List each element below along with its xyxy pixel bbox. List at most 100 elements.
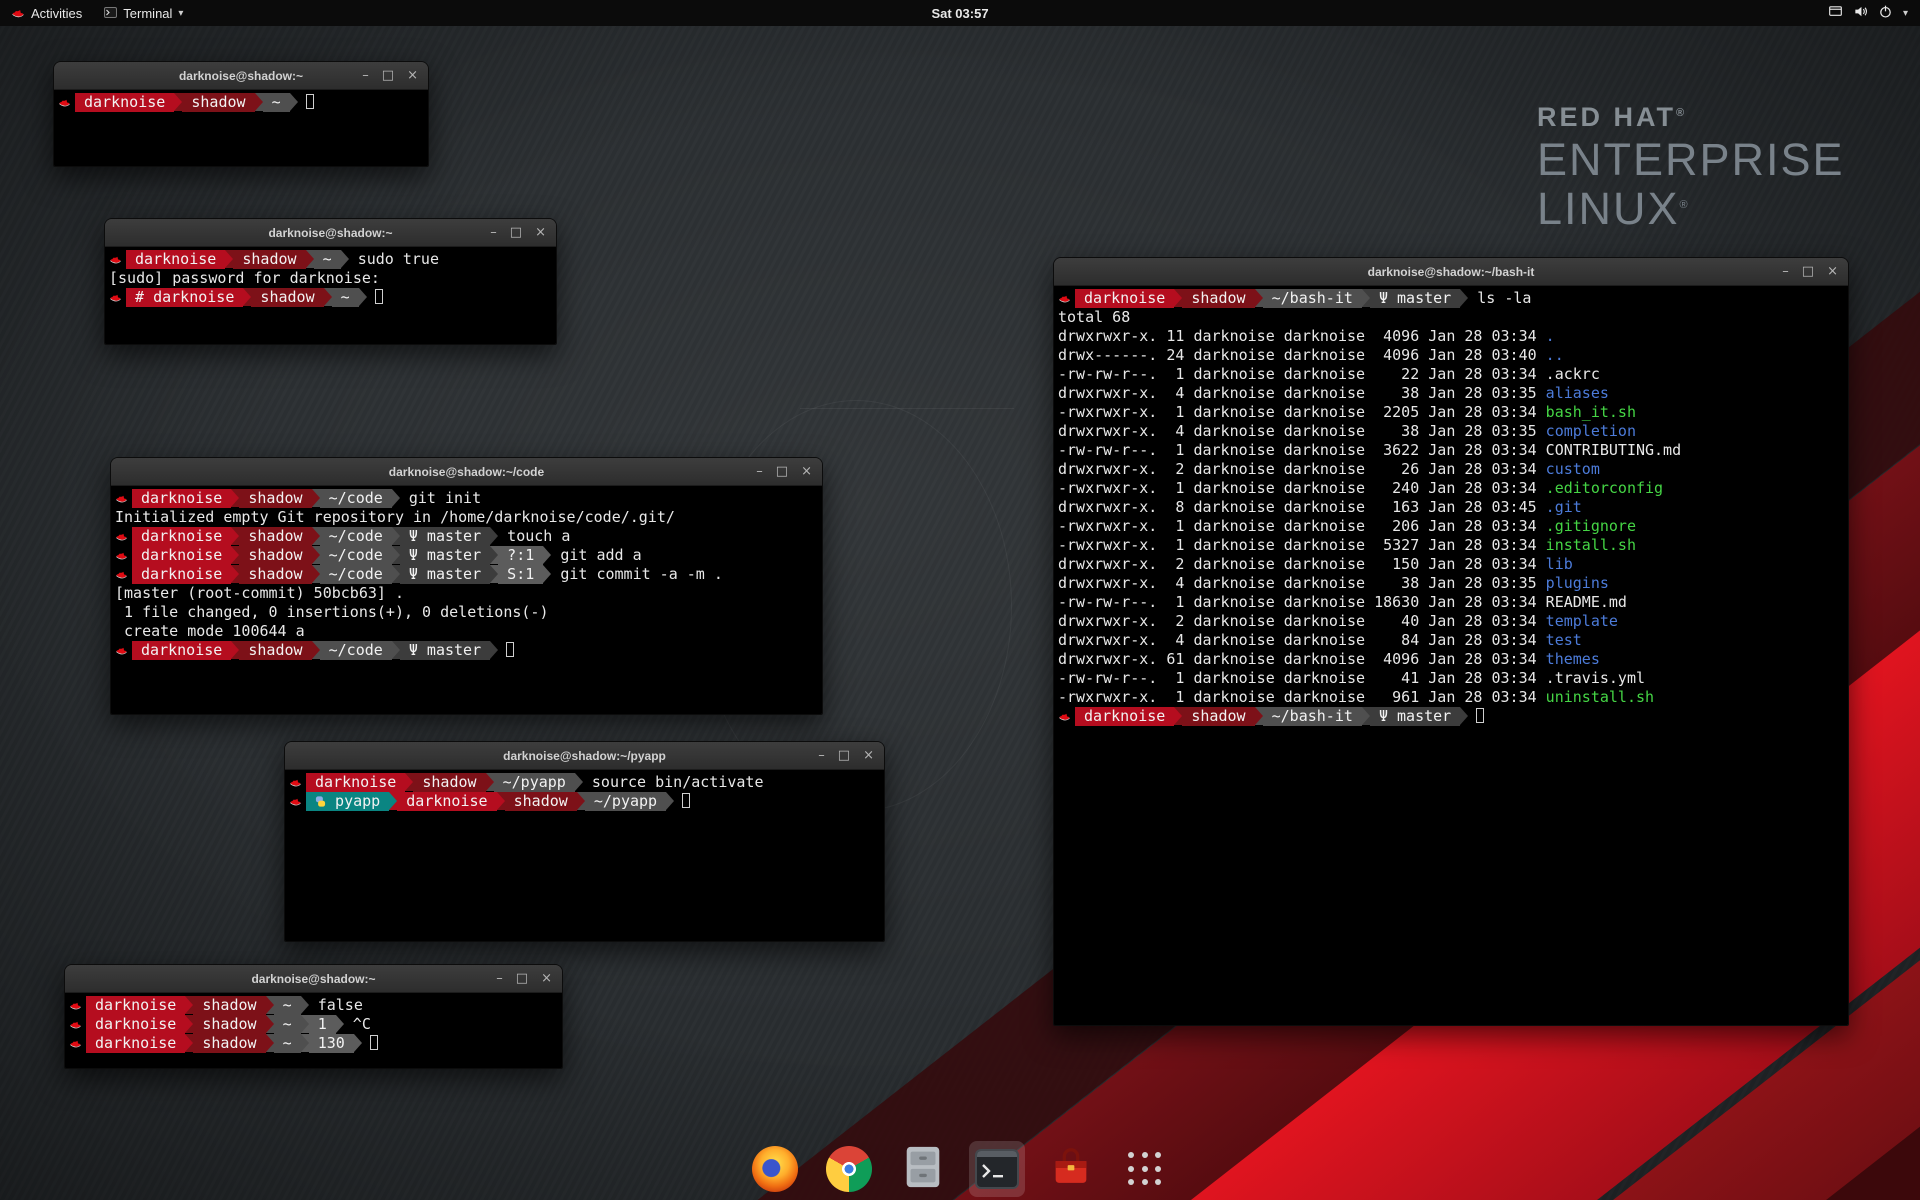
dock-item-terminal-active[interactable] bbox=[969, 1141, 1025, 1197]
output-text: -rwxrwxr-x. 1 darknoise darknoise 240 Ja… bbox=[1058, 479, 1546, 497]
prompt-segment-user: darknoise bbox=[397, 792, 496, 811]
output-text: -rw-rw-r--. 1 darknoise darknoise 41 Jan… bbox=[1058, 669, 1645, 687]
prompt-segment-path: ~/code bbox=[320, 641, 392, 660]
prompt-segment-path: ~ bbox=[332, 288, 359, 307]
close-button[interactable]: × bbox=[541, 972, 552, 985]
powerline-separator-icon bbox=[174, 93, 182, 111]
prompt-segment-user: # darknoise bbox=[126, 288, 243, 307]
prompt-segment-path: ~ bbox=[274, 1034, 301, 1053]
window-titlebar[interactable]: darknoise@shadow:~ – □ × bbox=[105, 219, 556, 247]
maximize-button[interactable]: □ bbox=[382, 69, 394, 82]
terminal-line: drwx------. 24 darknoise darknoise 4096 … bbox=[1058, 346, 1844, 365]
minimize-button[interactable]: – bbox=[362, 69, 369, 82]
file-name: install.sh bbox=[1546, 536, 1636, 554]
activities-button[interactable]: Activities bbox=[0, 0, 93, 26]
prompt-segment-path: ~/bash-it bbox=[1263, 707, 1362, 726]
toolbox-icon bbox=[1048, 1144, 1094, 1195]
powerline-separator-icon bbox=[312, 546, 320, 564]
powerline-separator-icon bbox=[312, 565, 320, 583]
command-text: ^C bbox=[344, 1015, 371, 1034]
chevron-down-icon: ▾ bbox=[1903, 8, 1908, 19]
show-applications-icon bbox=[1125, 1149, 1165, 1189]
power-icon bbox=[1878, 4, 1893, 22]
maximize-button[interactable]: □ bbox=[510, 226, 522, 239]
redhat-prompt-icon bbox=[289, 792, 306, 811]
minimize-button[interactable]: – bbox=[1782, 265, 1789, 278]
powerline-separator-icon bbox=[392, 565, 400, 583]
prompt-segment-status: ?:1 bbox=[498, 546, 543, 565]
file-name: .git bbox=[1546, 498, 1582, 516]
dock-item-chrome[interactable] bbox=[821, 1141, 877, 1197]
file-name: bash_it.sh bbox=[1546, 403, 1636, 421]
window-titlebar[interactable]: darknoise@shadow:~/code – □ × bbox=[111, 458, 822, 486]
redhat-icon bbox=[11, 6, 25, 21]
command-text: touch a bbox=[498, 527, 570, 546]
maximize-button[interactable]: □ bbox=[838, 749, 850, 762]
prompt-segment-git: Ψ master bbox=[1370, 289, 1460, 308]
output-text: [sudo] password for darknoise: bbox=[109, 269, 380, 287]
dock-item-toolbox[interactable] bbox=[1043, 1141, 1099, 1197]
close-button[interactable]: × bbox=[407, 69, 418, 82]
window-titlebar[interactable]: darknoise@shadow:~/pyapp – □ × bbox=[285, 742, 884, 770]
chevron-down-icon: ▾ bbox=[178, 8, 183, 19]
close-button[interactable]: × bbox=[535, 226, 546, 239]
terminal-content[interactable]: darknoise shadow ~/pyapp source bin/acti… bbox=[285, 770, 884, 941]
output-text: create mode 100644 a bbox=[115, 622, 305, 640]
maximize-button[interactable]: □ bbox=[776, 465, 788, 478]
maximize-button[interactable]: □ bbox=[1802, 265, 1814, 278]
terminal-content[interactable]: darknoise shadow ~/bash-it Ψ master ls -… bbox=[1054, 286, 1848, 1025]
terminal-content[interactable]: darknoise shadow ~/code git initInitiali… bbox=[111, 486, 822, 714]
powerline-separator-icon bbox=[389, 792, 397, 810]
redhat-prompt-icon bbox=[1058, 289, 1075, 308]
close-button[interactable]: × bbox=[801, 465, 812, 478]
powerline-separator-icon bbox=[392, 641, 400, 659]
prompt-segment-path: ~/code bbox=[320, 527, 392, 546]
window-titlebar[interactable]: darknoise@shadow:~ – □ × bbox=[54, 62, 428, 90]
window-titlebar[interactable]: darknoise@shadow:~ – □ × bbox=[65, 965, 562, 993]
terminal-content[interactable]: darknoise shadow ~ sudo true[sudo] passw… bbox=[105, 247, 556, 344]
command-text: false bbox=[309, 996, 363, 1015]
file-cabinet-icon bbox=[900, 1144, 946, 1195]
terminal-content[interactable]: darknoise shadow ~ bbox=[54, 90, 428, 166]
terminal-content[interactable]: darknoise shadow ~ false darknoise shado… bbox=[65, 993, 562, 1068]
prompt-segment-user: darknoise bbox=[132, 546, 231, 565]
output-text: drwxrwxr-x. 4 darknoise darknoise 38 Jan… bbox=[1058, 384, 1546, 402]
terminal-app-icon bbox=[975, 1149, 1019, 1189]
output-text: drwx------. 24 darknoise darknoise 4096 … bbox=[1058, 346, 1546, 364]
minimize-button[interactable]: – bbox=[818, 749, 825, 762]
terminal-line: # darknoise shadow ~ bbox=[109, 288, 552, 307]
powerline-separator-icon bbox=[1362, 707, 1370, 725]
prompt-segment-user: darknoise bbox=[132, 565, 231, 584]
window-titlebar[interactable]: darknoise@shadow:~/bash-it – □ × bbox=[1054, 258, 1848, 286]
powerline-separator-icon bbox=[1255, 707, 1263, 725]
powerline-separator-icon bbox=[359, 288, 367, 306]
dock-item-firefox[interactable] bbox=[747, 1141, 803, 1197]
prompt-segment-host: shadow bbox=[505, 792, 577, 811]
app-menu-terminal[interactable]: Terminal ▾ bbox=[93, 0, 194, 26]
terminal-mini-icon bbox=[104, 6, 117, 21]
terminal-cursor bbox=[306, 94, 314, 109]
terminal-line: drwxrwxr-x. 8 darknoise darknoise 163 Ja… bbox=[1058, 498, 1844, 517]
terminal-cursor bbox=[506, 642, 514, 657]
system-status-area[interactable]: ▾ bbox=[1822, 0, 1914, 26]
volume-icon bbox=[1853, 4, 1868, 22]
output-text: drwxrwxr-x. 61 darknoise darknoise 4096 … bbox=[1058, 650, 1546, 668]
terminal-line: darknoise shadow ~ 130 bbox=[69, 1034, 558, 1053]
powerline-separator-icon bbox=[266, 1015, 274, 1033]
dock-item-show-applications[interactable] bbox=[1117, 1141, 1173, 1197]
close-button[interactable]: × bbox=[1827, 265, 1838, 278]
minimize-button[interactable]: – bbox=[496, 972, 503, 985]
dock-item-files[interactable] bbox=[895, 1141, 951, 1197]
maximize-button[interactable]: □ bbox=[516, 972, 528, 985]
output-text: drwxrwxr-x. 2 darknoise darknoise 26 Jan… bbox=[1058, 460, 1546, 478]
clock[interactable]: Sat 03:57 bbox=[931, 6, 988, 21]
prompt-segment-path: ~/bash-it bbox=[1263, 289, 1362, 308]
output-text: [master (root-commit) 50bcb63] . bbox=[115, 584, 404, 602]
minimize-button[interactable]: – bbox=[490, 226, 497, 239]
close-button[interactable]: × bbox=[863, 749, 874, 762]
minimize-button[interactable]: – bbox=[756, 465, 763, 478]
terminal-line: darknoise shadow ~/bash-it Ψ master ls -… bbox=[1058, 289, 1844, 308]
powerline-separator-icon bbox=[231, 489, 239, 507]
output-text: drwxrwxr-x. 4 darknoise darknoise 38 Jan… bbox=[1058, 574, 1546, 592]
redhat-brand-logo: RED HAT® ENTERPRISE LINUX® bbox=[1537, 102, 1845, 231]
